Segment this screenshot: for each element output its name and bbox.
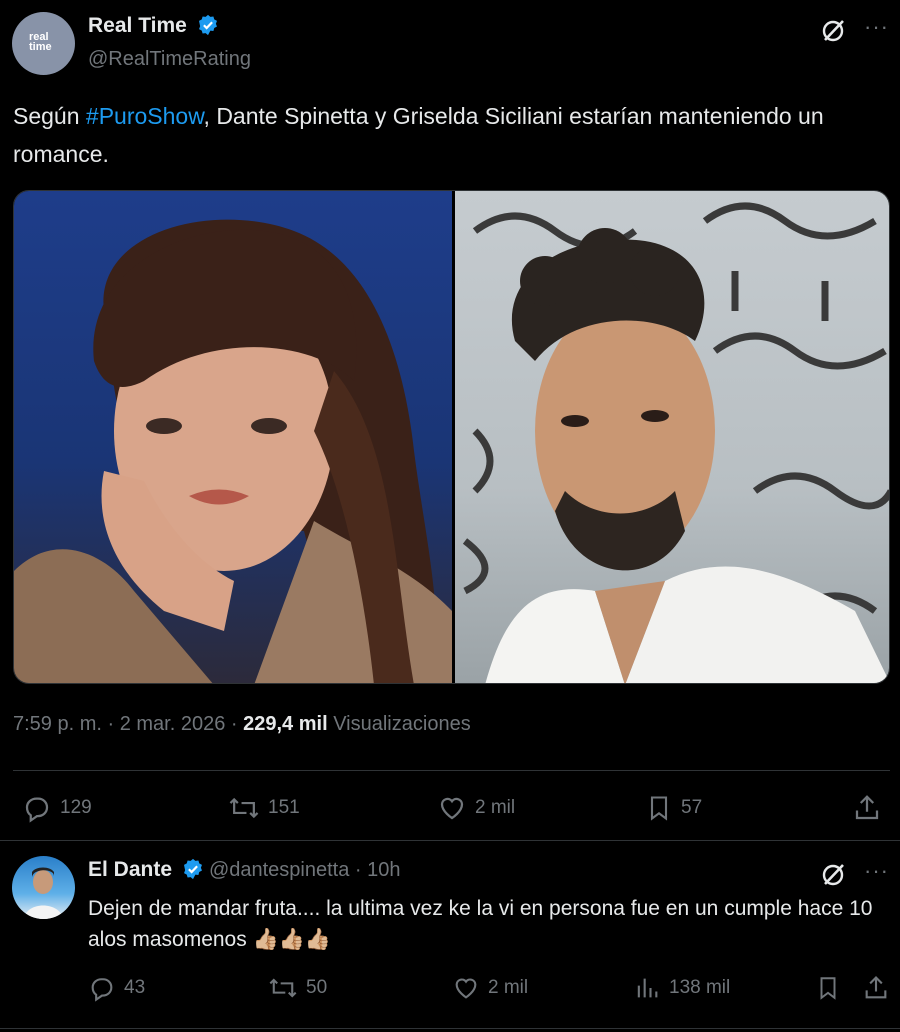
reply-icon	[25, 797, 49, 823]
heart-icon	[455, 978, 477, 999]
tweet-time[interactable]: 7:59 p. m.	[13, 713, 102, 735]
share-icon	[865, 976, 887, 999]
more-options-icon[interactable]: ···	[864, 858, 889, 884]
photo-woman[interactable]	[14, 191, 452, 683]
tweet-meta: 7:59 p. m. · 2 mar. 2026 · 229,4 mil Vis…	[13, 713, 471, 735]
analytics-icon	[637, 978, 658, 998]
heart-icon	[440, 797, 464, 820]
hashtag-link[interactable]: #PuroShow	[86, 103, 204, 129]
divider	[13, 770, 890, 771]
reply-button[interactable]: 43	[88, 974, 145, 1002]
author-name[interactable]: Real Time	[88, 14, 187, 37]
reply-header: El Dante @dantespinetta · 10h	[88, 858, 401, 885]
reply-author-name[interactable]: El Dante	[88, 858, 172, 881]
reply-text: Dejen de mandar fruta.... la ultima vez …	[88, 897, 873, 951]
tweet-date[interactable]: 2 mar. 2026	[120, 713, 226, 735]
retweet-icon	[229, 797, 259, 819]
reply-button[interactable]: 129	[22, 793, 92, 823]
author-handle[interactable]: @RealTimeRating	[88, 48, 251, 71]
views-button[interactable]: 138 mil	[633, 974, 730, 1002]
like-button[interactable]: 2 mil	[452, 974, 528, 1002]
grok-icon[interactable]	[820, 860, 848, 888]
share-button[interactable]	[852, 793, 882, 823]
share-button[interactable]	[862, 974, 890, 1002]
like-button[interactable]: 2 mil	[437, 793, 515, 823]
share-icon	[855, 795, 879, 820]
verified-badge-icon	[197, 14, 219, 41]
author-name-row: Real Time	[88, 14, 219, 41]
retweet-icon	[269, 978, 297, 998]
tweet-text: Según #PuroShow, Dante Spinetta y Grisel…	[13, 103, 824, 167]
reply-age[interactable]: 10h	[367, 859, 400, 881]
bookmark-button[interactable]	[815, 974, 841, 1002]
divider	[0, 840, 900, 841]
retweet-button[interactable]: 151	[228, 793, 300, 823]
more-options-icon[interactable]: ···	[864, 14, 889, 40]
photo-man[interactable]	[455, 191, 889, 683]
grok-icon[interactable]	[820, 16, 848, 44]
divider	[0, 1028, 900, 1029]
bookmark-icon	[820, 977, 836, 1000]
reply-author-handle[interactable]: @dantespinetta	[209, 859, 349, 881]
verified-badge-icon	[182, 858, 204, 885]
author-avatar[interactable]: real time	[12, 12, 75, 75]
views-count: 229,4 mil	[243, 713, 328, 735]
reply-author-avatar[interactable]	[12, 856, 75, 919]
tweet-media[interactable]	[13, 190, 890, 684]
bookmark-button[interactable]: 57	[645, 793, 702, 823]
realtime-logo: real time	[29, 31, 52, 53]
reply-icon	[91, 978, 113, 1002]
views-label: Visualizaciones	[327, 713, 471, 735]
bookmark-icon	[650, 796, 668, 821]
retweet-button[interactable]: 50	[268, 974, 327, 1002]
